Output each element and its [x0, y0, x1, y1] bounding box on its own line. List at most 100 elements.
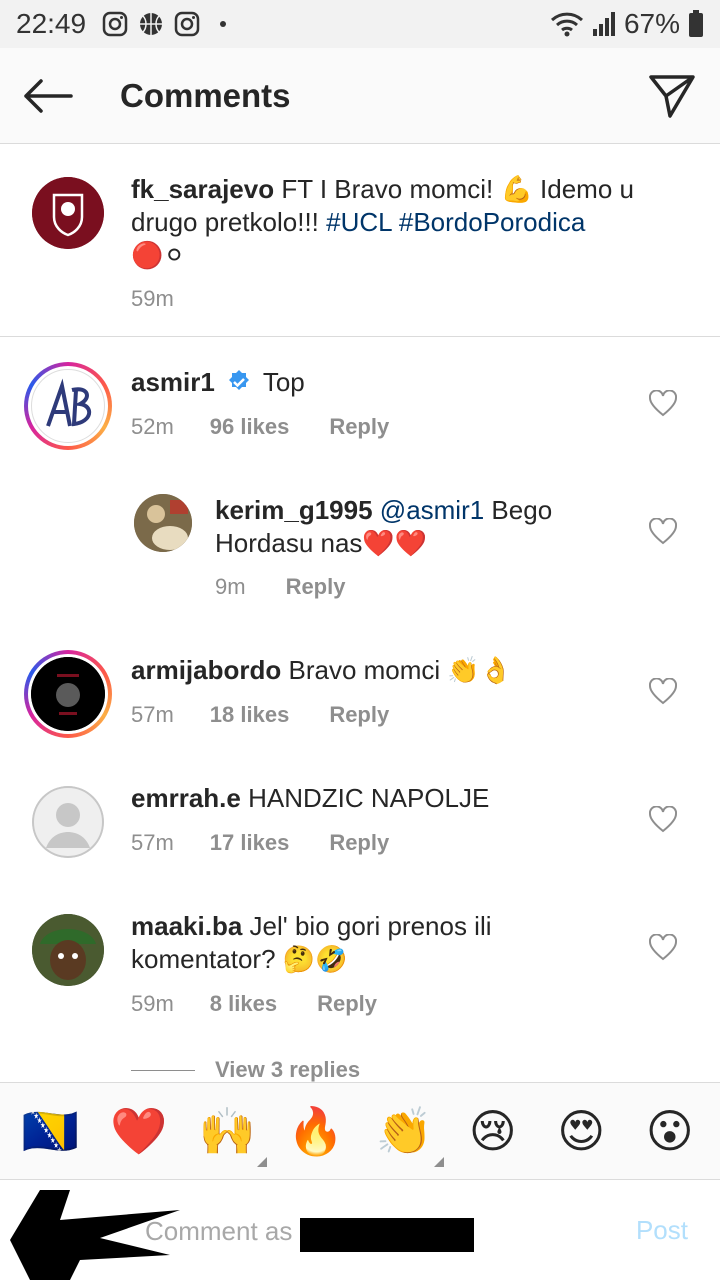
comment-username[interactable]: armijabordo [131, 655, 281, 685]
status-time: 22:49 [16, 8, 87, 39]
comment-text: emrrah.e HANDZIC NAPOLJE [131, 782, 631, 815]
default-user-icon [32, 786, 104, 858]
timestamp: 59m [131, 286, 174, 311]
crying-face-icon: 😢 [468, 1104, 517, 1158]
comment-item: asmir1 Top 52m 96 likes Reply [0, 338, 720, 466]
caption-meta: 59m [131, 286, 174, 312]
caption-username[interactable]: fk_sarajevo [131, 174, 274, 204]
view-replies-button[interactable]: View 3 replies [131, 1057, 360, 1083]
emoji-button-surprised[interactable]: 😮 [640, 1101, 700, 1161]
signal-icon [592, 12, 615, 36]
comment-reply-item: kerim_g1995 @asmir1 Bego Hordasu nas❤️❤️… [0, 466, 720, 626]
emoji-button-flag[interactable]: 🇧🇦 [20, 1101, 80, 1161]
reply-button[interactable]: Reply [329, 702, 389, 728]
red-heart-icon: ❤️ [110, 1104, 168, 1158]
comment-username[interactable]: emrrah.e [131, 783, 241, 813]
flag-icon: 🇧🇦 [21, 1104, 79, 1158]
comment-meta: 9m Reply [215, 574, 345, 600]
variant-indicator [257, 1157, 268, 1167]
reply-button[interactable]: Reply [329, 414, 389, 440]
timestamp: 52m [131, 414, 174, 439]
avatar[interactable] [32, 177, 104, 249]
heart-icon[interactable] [649, 934, 677, 962]
avatar[interactable] [134, 494, 192, 552]
basketball-icon [140, 13, 163, 35]
heart-icon[interactable] [649, 806, 677, 834]
emoji-button-raised-hands[interactable]: 🙌 [197, 1101, 268, 1167]
comment-username[interactable]: asmir1 [131, 367, 215, 397]
story-ring[interactable] [24, 650, 112, 738]
comment-body: Bravo momci 👏👌 [288, 655, 513, 685]
comment-text: asmir1 Top [131, 366, 631, 399]
avatar [31, 369, 105, 443]
redaction-bar [300, 1218, 474, 1252]
story-ring[interactable] [24, 362, 112, 450]
comment-item: emrrah.e HANDZIC NAPOLJE 57m 17 likes Re… [0, 754, 720, 882]
timestamp: 57m [131, 830, 174, 855]
timestamp: 57m [131, 702, 174, 727]
comment-text: kerim_g1995 @asmir1 Bego Hordasu nas❤️❤️ [215, 494, 635, 560]
heart-icon[interactable] [649, 678, 677, 706]
quick-emoji-bar: 🇧🇦 ❤️ 🙌 🔥 👏 😢 😍 😮 [0, 1082, 720, 1180]
verified-badge-icon [229, 370, 250, 390]
page-title: Comments [120, 76, 291, 114]
avatar [31, 657, 105, 731]
comment-text: armijabordo Bravo momci 👏👌 [131, 654, 631, 687]
comment-text: maaki.ba Jel' bio gori prenos ili koment… [131, 910, 611, 976]
monogram-ab-icon [46, 378, 91, 427]
variant-indicator [434, 1157, 445, 1167]
heart-eyes-icon: 😍 [557, 1104, 606, 1158]
battery-icon [689, 10, 703, 37]
instagram-icon [174, 11, 200, 37]
likes-count[interactable]: 96 likes [210, 414, 290, 440]
share-button[interactable] [624, 48, 720, 144]
timestamp: 59m [131, 991, 174, 1016]
paper-plane-icon [649, 74, 695, 118]
status-bar: 22:49 67% [0, 0, 720, 48]
user-photo-icon [32, 914, 104, 986]
arrow-left-icon [24, 78, 73, 113]
avatar[interactable] [32, 786, 104, 858]
emoji-button-heart-eyes[interactable]: 😍 [551, 1101, 611, 1161]
hashtag-link[interactable]: #UCL [326, 207, 392, 237]
comment-meta: 57m 17 likes Reply [131, 830, 389, 856]
club-badge-icon [31, 657, 105, 731]
likes-count[interactable]: 8 likes [210, 991, 277, 1017]
redaction-scribble [10, 1190, 180, 1280]
comment-username[interactable]: kerim_g1995 [215, 495, 373, 525]
emoji-button-heart[interactable]: ❤️ [109, 1101, 169, 1161]
comment-meta: 52m 96 likes Reply [131, 414, 389, 440]
likes-count[interactable]: 18 likes [210, 702, 290, 728]
user-photo-icon [134, 494, 192, 552]
avatar[interactable] [32, 914, 104, 986]
clapping-hands-icon: 👏 [375, 1104, 433, 1158]
wifi-icon [550, 12, 583, 37]
caption-emoji: 🔴⚪ [131, 240, 186, 270]
header: Comments [0, 48, 720, 144]
post-caption: fk_sarajevo FT I Bravo momci! 💪 Idemo u … [0, 145, 720, 337]
comment-body: HANDZIC NAPOLJE [248, 783, 490, 813]
back-button[interactable] [0, 48, 96, 144]
reply-button[interactable]: Reply [286, 574, 346, 600]
comment-body: Top [262, 367, 305, 397]
raised-hands-icon: 🙌 [198, 1104, 256, 1158]
comment-item: maaki.ba Jel' bio gori prenos ili koment… [0, 882, 720, 1052]
heart-icon[interactable] [649, 390, 677, 418]
reply-button[interactable]: Reply [329, 830, 389, 856]
heart-icon[interactable] [649, 518, 677, 546]
emoji-button-clap[interactable]: 👏 [374, 1101, 445, 1167]
emoji-button-crying[interactable]: 😢 [463, 1101, 523, 1161]
surprised-face-icon: 😮 [645, 1104, 694, 1158]
mention-link[interactable]: @asmir1 [380, 495, 484, 525]
reply-button[interactable]: Reply [317, 991, 377, 1017]
instagram-icon [102, 11, 128, 37]
post-button[interactable]: Post [636, 1215, 688, 1246]
emoji-button-fire[interactable]: 🔥 [286, 1101, 346, 1161]
comment-meta: 57m 18 likes Reply [131, 702, 389, 728]
comment-username[interactable]: maaki.ba [131, 911, 242, 941]
battery-percent: 67% [623, 8, 680, 39]
view-replies-label: View 3 replies [215, 1057, 361, 1082]
likes-count[interactable]: 17 likes [210, 830, 290, 856]
hashtag-link[interactable]: #BordoPorodica [399, 207, 585, 237]
timestamp: 9m [215, 574, 246, 599]
